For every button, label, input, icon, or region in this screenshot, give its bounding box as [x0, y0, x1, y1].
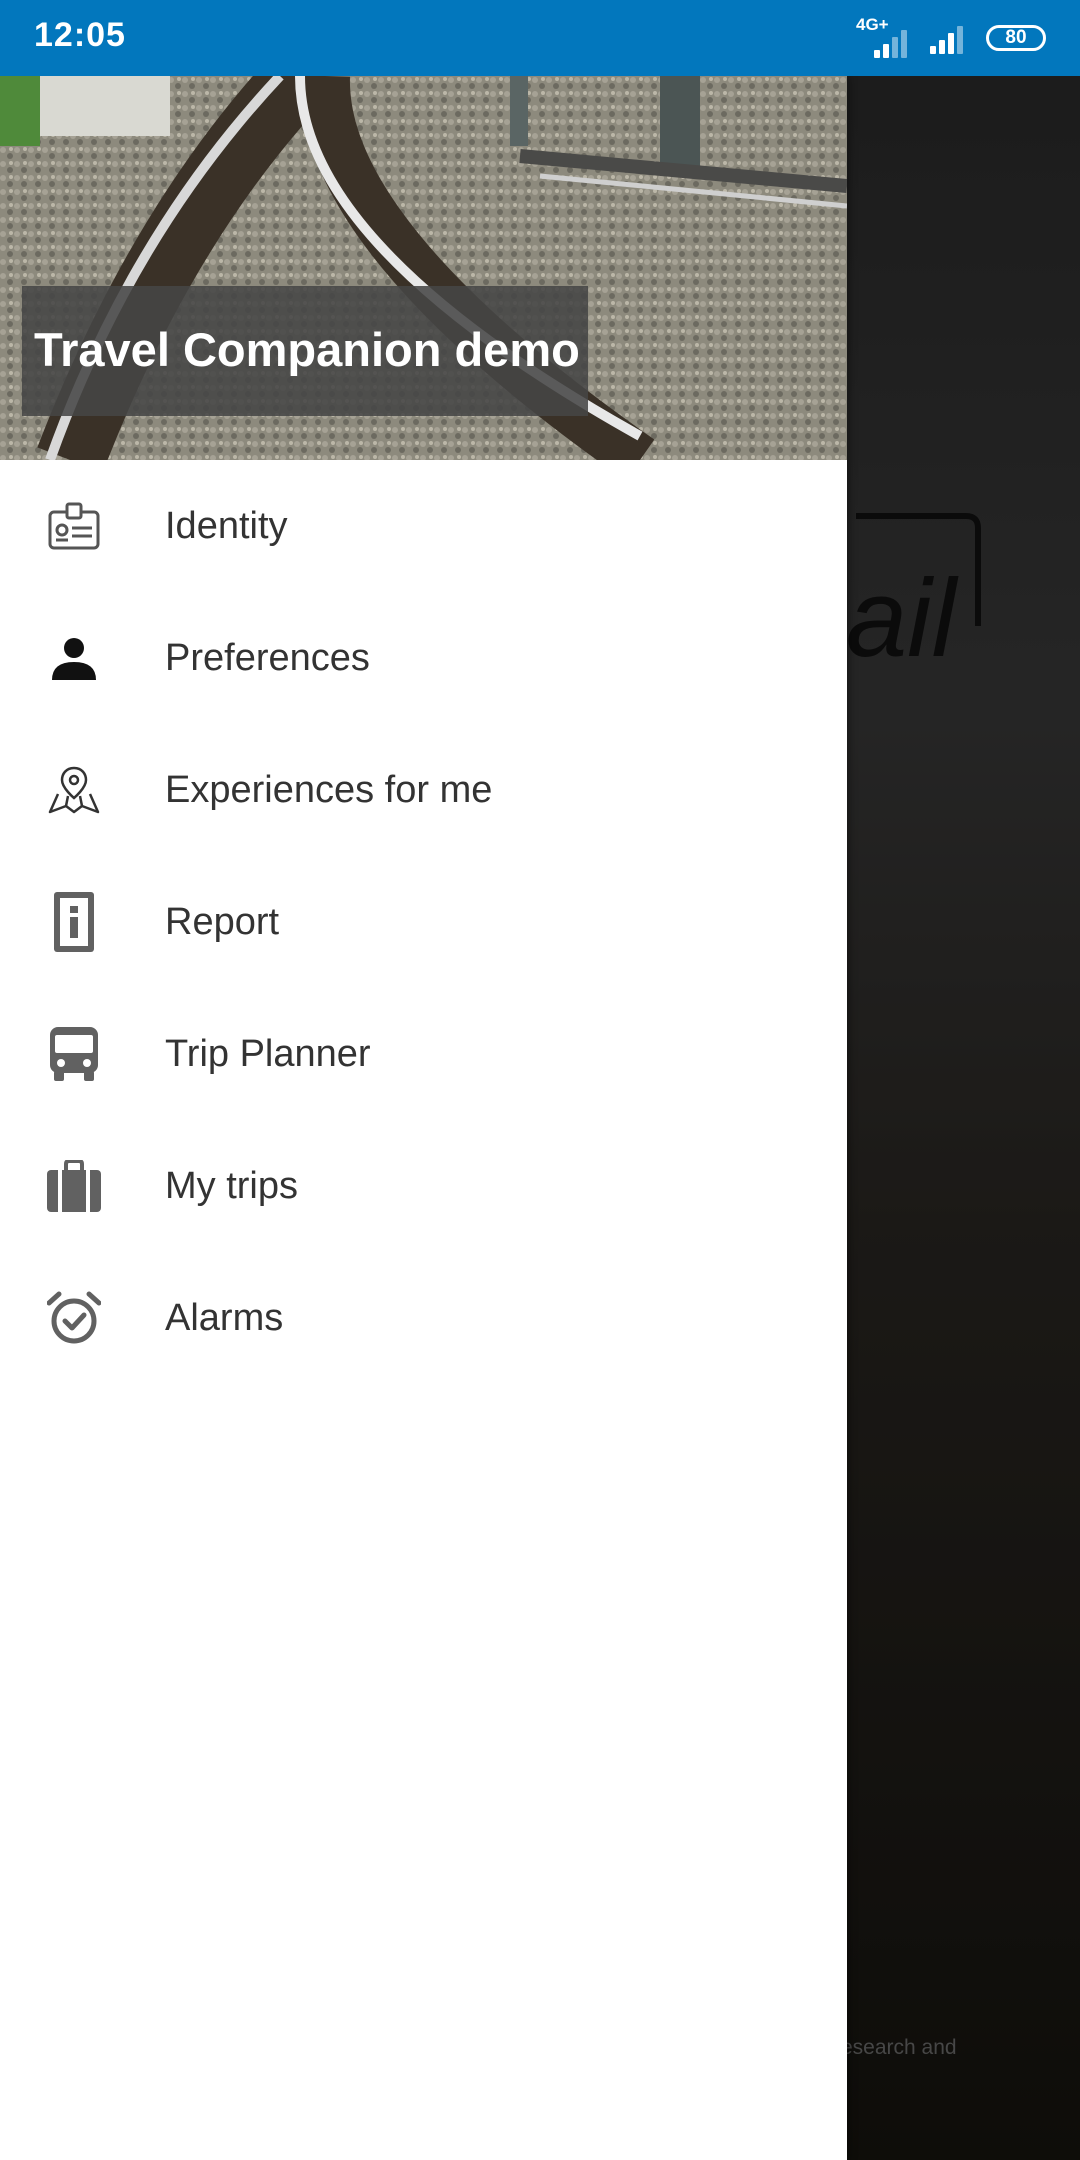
menu-item-label: Report — [165, 900, 280, 943]
menu-item-report[interactable]: Report — [0, 856, 847, 988]
menu-item-label: Identity — [165, 504, 288, 547]
menu-item-alarms[interactable]: Alarms — [0, 1252, 847, 1384]
network-indicator: 4G+ — [856, 16, 916, 58]
drawer-header: Travel Companion demo — [0, 76, 847, 460]
drawer-title: Travel Companion demo — [34, 323, 580, 376]
menu-item-label: Alarms — [165, 1296, 284, 1339]
signal-icon-2 — [930, 22, 972, 54]
menu-item-experiences[interactable]: Experiences for me — [0, 724, 847, 856]
menu-item-my-trips[interactable]: My trips — [0, 1120, 847, 1252]
menu-item-label: Preferences — [165, 636, 370, 679]
status-time: 12:05 — [34, 16, 126, 54]
menu-item-label: My trips — [165, 1164, 298, 1207]
drawer-title-box: Travel Companion demo — [22, 286, 588, 416]
menu-item-trip-planner[interactable]: Trip Planner — [0, 988, 847, 1120]
status-indicators: 4G+ 80 — [856, 16, 1046, 60]
battery-icon: 80 — [986, 25, 1046, 51]
menu-item-label: Experiences for me — [165, 768, 493, 811]
bus-icon — [46, 1026, 102, 1082]
status-bar: 12:05 4G+ 80 — [0, 0, 1080, 76]
suitcase-icon — [46, 1158, 102, 1214]
drawer-menu: Identity Preferences Experiences for me … — [0, 460, 847, 1384]
person-icon — [46, 630, 102, 686]
screen: 12:05 4G+ 80 ail research and Travel Com… — [0, 0, 1080, 2160]
menu-item-identity[interactable]: Identity — [0, 460, 847, 592]
alarm-check-icon — [46, 1290, 102, 1346]
navigation-drawer: Travel Companion demo Identity Preferenc… — [0, 76, 847, 2160]
id-badge-icon — [46, 498, 102, 554]
battery-level: 80 — [1005, 27, 1027, 48]
menu-item-preferences[interactable]: Preferences — [0, 592, 847, 724]
info-icon — [46, 892, 102, 952]
map-pin-icon — [46, 762, 102, 818]
menu-item-label: Trip Planner — [165, 1032, 371, 1075]
signal-icon — [874, 26, 916, 58]
